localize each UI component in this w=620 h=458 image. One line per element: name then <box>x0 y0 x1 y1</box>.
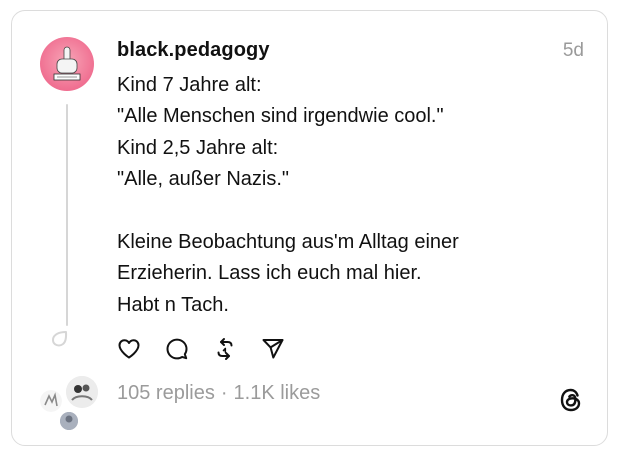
post-line: Kind 2,5 Jahre alt: <box>117 136 279 159</box>
post-line: Habt n Tach. <box>117 293 229 316</box>
like-button[interactable] <box>117 337 141 361</box>
thread-line <box>66 104 68 326</box>
likes-count[interactable]: 1.1K likes <box>234 382 321 404</box>
share-button[interactable] <box>261 337 285 361</box>
stats-separator: · <box>220 382 228 404</box>
thread-loop-icon <box>51 331 68 347</box>
repost-button[interactable] <box>213 337 237 361</box>
post-line: Kind 7 Jahre alt: <box>117 74 262 96</box>
avatar <box>60 412 78 430</box>
paper-plane-icon <box>262 339 284 359</box>
avatar-image-icon <box>66 376 98 408</box>
threads-logo-icon[interactable] <box>557 386 585 414</box>
post-text: Kind 7 Jahre alt: "Alle Menschen sind ir… <box>117 70 587 321</box>
speech-bubble-icon <box>166 338 188 360</box>
post-stats: 105 replies · 1.1K likes <box>117 382 320 405</box>
reply-button[interactable] <box>165 337 189 361</box>
post-line: "Alle, außer Nazis." <box>117 168 290 191</box>
post-line: "Alle Menschen sind irgendwie cool." <box>117 105 444 128</box>
post-line: Kleine Beobachtung aus'm Alltag einer <box>117 231 459 254</box>
avatar <box>66 376 98 408</box>
profile-avatar[interactable] <box>40 37 94 91</box>
replies-count[interactable]: 105 replies <box>117 382 215 404</box>
reply-avatars[interactable] <box>40 376 100 432</box>
post-line: Erzieherin. Lass ich euch mal hier. <box>117 262 422 285</box>
avatar-image-icon <box>60 412 78 430</box>
timestamp: 5d <box>562 40 584 61</box>
username[interactable]: black.pedagogy <box>117 39 270 62</box>
repost-icon <box>217 338 233 360</box>
middle-finger-icon <box>53 46 81 81</box>
avatar <box>40 390 62 412</box>
heart-icon <box>118 339 140 359</box>
post-line <box>117 196 587 227</box>
avatar-image-icon <box>40 390 62 412</box>
